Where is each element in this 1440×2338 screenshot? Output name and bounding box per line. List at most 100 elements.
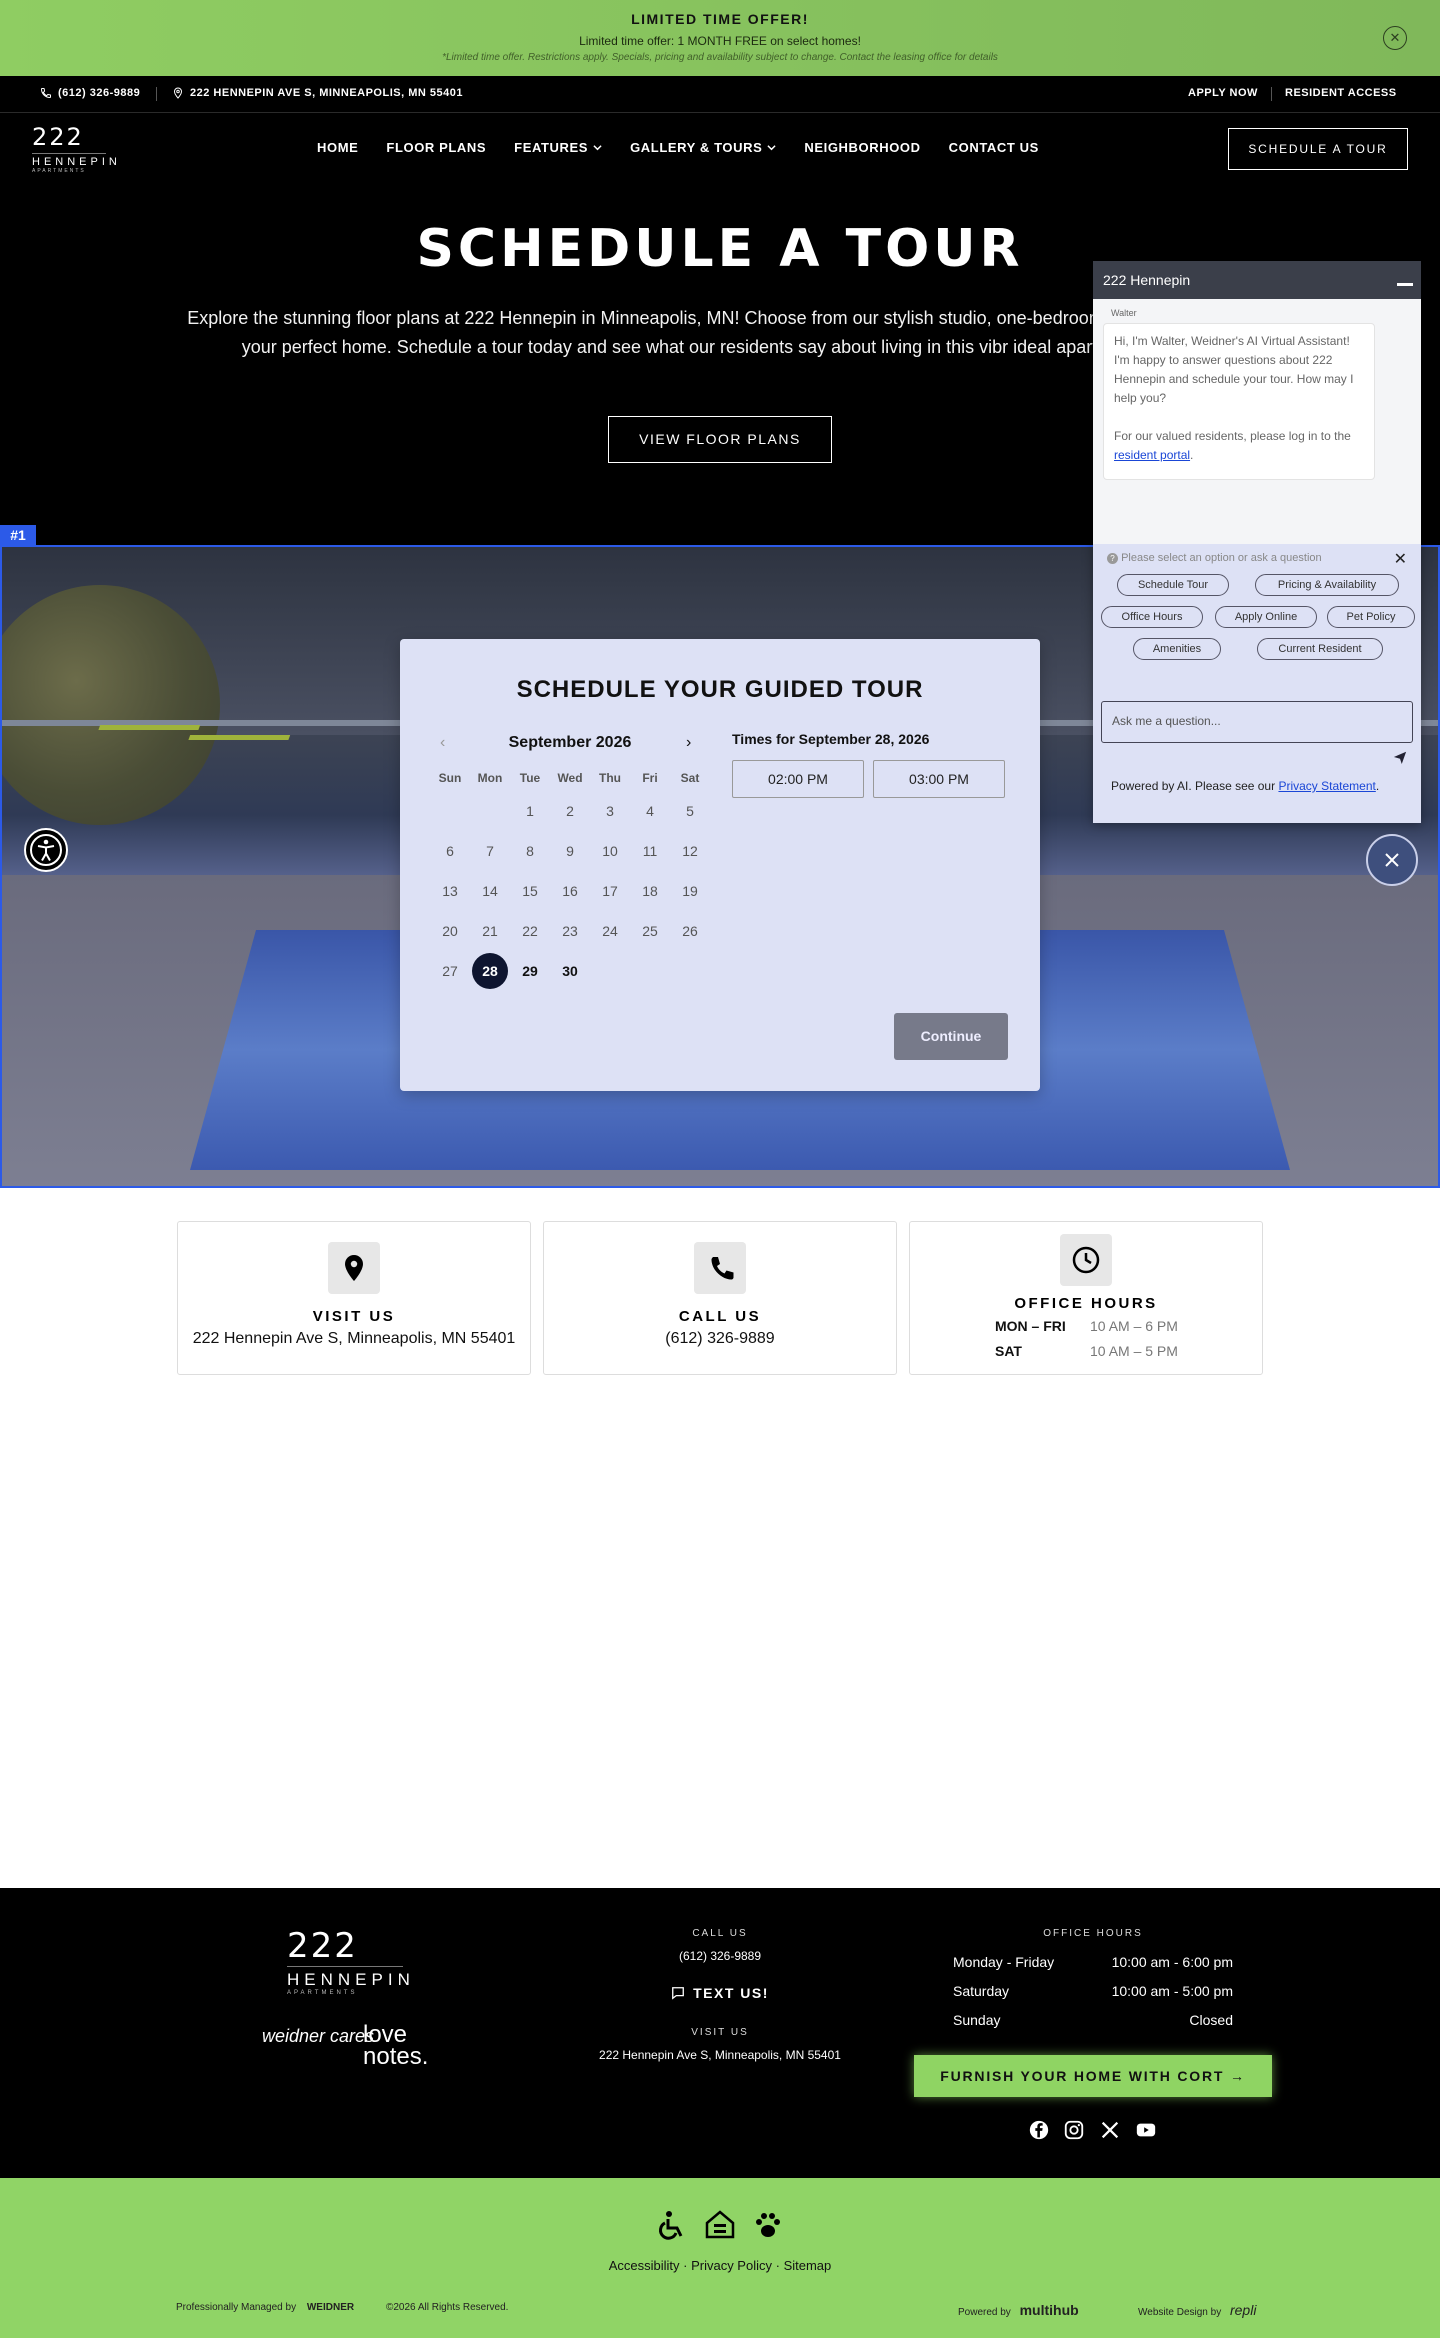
- view-floor-plans-button[interactable]: VIEW FLOOR PLANS: [608, 416, 832, 463]
- minimize-icon[interactable]: [1397, 283, 1413, 286]
- calendar-empty-cell: [470, 791, 510, 831]
- apply-now-label: APPLY NOW: [1188, 87, 1258, 99]
- chat-option-current-resident[interactable]: Current Resident: [1257, 638, 1383, 660]
- chat-option-schedule-tour[interactable]: Schedule Tour: [1117, 574, 1229, 596]
- clock-icon: [1060, 1234, 1112, 1286]
- accessibility-button[interactable]: [24, 828, 68, 872]
- resident-portal-link[interactable]: resident portal: [1114, 448, 1190, 462]
- utility-bar: (612) 326-9889 222 HENNEPIN AVE S, MINNE…: [0, 76, 1440, 112]
- calendar-day: 20: [442, 923, 458, 939]
- chat-option-amenities[interactable]: Amenities: [1133, 638, 1221, 660]
- youtube-icon[interactable]: [1135, 2119, 1157, 2141]
- logo-number: 222: [287, 1926, 358, 1966]
- cort-button[interactable]: FURNISH YOUR HOME WITH CORT →: [914, 2055, 1272, 2097]
- chevron-right-icon[interactable]: ›: [686, 734, 700, 751]
- x-icon[interactable]: [1099, 2119, 1121, 2141]
- wheelchair-icon: [659, 2211, 683, 2240]
- weekday-label: Sat: [680, 771, 700, 785]
- main-nav: 222 HENNEPIN APARTMENTS HOME FLOOR PLANS…: [0, 113, 1440, 183]
- calendar-day: 4: [646, 803, 654, 819]
- promo-fine-print: *Limited time offer. Restrictions apply.…: [442, 52, 998, 63]
- footer-address[interactable]: 222 Hennepin Ave S, Minneapolis, MN 5540…: [520, 2048, 920, 2062]
- nav-item-contact-us[interactable]: CONTACT US: [949, 140, 1039, 155]
- chat-option-apply-online[interactable]: Apply Online: [1215, 606, 1317, 628]
- card-title: CALL US: [678, 1308, 762, 1325]
- schedule-tour-button[interactable]: SCHEDULE A TOUR: [1228, 128, 1408, 170]
- footer-logo[interactable]: 222 HENNEPIN APARTMENTS: [287, 1926, 410, 1996]
- nav-label: CONTACT US: [948, 140, 1039, 155]
- nav-item-home[interactable]: HOME: [317, 140, 358, 155]
- close-icon: [1385, 853, 1399, 867]
- chat-powered-prefix: Powered by AI. Please see our: [1111, 779, 1276, 793]
- continue-button[interactable]: Continue: [894, 1013, 1008, 1060]
- managed-by: Professionally Managed by WEIDNER: [176, 2302, 354, 2313]
- sitemap-link[interactable]: Sitemap: [784, 2258, 832, 2273]
- privacy-policy-link[interactable]: Privacy Policy: [691, 2258, 772, 2273]
- calendar-month: September 2026: [508, 734, 632, 751]
- chat-option-pet-policy[interactable]: Pet Policy: [1327, 606, 1415, 628]
- chat-option-pricing[interactable]: Pricing & Availability: [1255, 574, 1399, 596]
- calendar-day: 14: [482, 883, 498, 899]
- weekday-label: Tue: [519, 771, 541, 785]
- calendar-day[interactable]: 30: [550, 951, 590, 991]
- close-icon[interactable]: ✕: [1383, 26, 1407, 50]
- time-slot-button[interactable]: 03:00 PM: [873, 760, 1005, 798]
- footer-hours-label: OFFICE HOURS: [1043, 1928, 1143, 1939]
- cort-label: FURNISH YOUR HOME WITH CORT: [940, 2068, 1225, 2084]
- footer-hours-row: Monday - Friday 10:00 am - 6:00 pm: [953, 1954, 1233, 1970]
- chat-close-button[interactable]: [1366, 834, 1418, 886]
- chat-input[interactable]: Ask me a question...: [1101, 701, 1413, 743]
- utility-address[interactable]: 222 HENNEPIN AVE S, MINNEAPOLIS, MN 5540…: [172, 87, 463, 99]
- send-icon[interactable]: [1393, 750, 1407, 764]
- hours-day: Sunday: [953, 2012, 1001, 2028]
- map-pin-icon: [173, 87, 183, 99]
- logo-sub: APARTMENTS: [32, 168, 86, 174]
- nav-item-neighborhood[interactable]: NEIGHBORHOOD: [804, 140, 920, 155]
- logo-number: 222: [32, 123, 84, 151]
- close-icon[interactable]: ✕: [1394, 549, 1407, 569]
- design-by-label: Website Design by: [1138, 2307, 1222, 2318]
- love-notes-logo[interactable]: love notes.: [363, 2023, 429, 2070]
- weidner-cares-logo[interactable]: weidner cares: [262, 2026, 374, 2047]
- hours-day: MON – FRI: [995, 1318, 1066, 1334]
- text-us-button[interactable]: TEXT US!: [671, 1985, 769, 2001]
- instagram-icon[interactable]: [1063, 2119, 1085, 2141]
- tour-scheduler: SCHEDULE YOUR GUIDED TOUR ‹ September 20…: [400, 639, 1040, 1091]
- weekday-label: Sun: [438, 771, 462, 785]
- logo[interactable]: 222 HENNEPIN APARTMENTS: [32, 123, 117, 174]
- calendar-day: 8: [526, 843, 534, 859]
- calendar-day: 11: [642, 843, 658, 859]
- hours-day: SAT: [995, 1343, 1022, 1359]
- footer-contact: CALL US (612) 326-9889 TEXT US! VISIT US…: [520, 1928, 920, 2062]
- weekday-label: Thu: [599, 771, 621, 785]
- calendar-day: 6: [446, 843, 454, 859]
- card-value[interactable]: 222 Hennepin Ave S, Minneapolis, MN 5540…: [178, 1330, 530, 1348]
- facebook-icon[interactable]: [1028, 2119, 1050, 2141]
- footer-phone[interactable]: (612) 326-9889: [520, 1949, 920, 1963]
- calendar-day-selected[interactable]: 28: [470, 951, 510, 991]
- chat-option-office-hours[interactable]: Office Hours: [1101, 606, 1203, 628]
- chat-powered-by: Powered by AI. Please see our Privacy St…: [1111, 779, 1380, 793]
- privacy-statement-link[interactable]: Privacy Statement: [1278, 779, 1375, 793]
- repli-logo[interactable]: repli: [1230, 2302, 1256, 2318]
- calendar-day: 22: [522, 923, 538, 939]
- chat-hint-text: Please select an option or ask a questio…: [1121, 552, 1322, 564]
- calendar-day[interactable]: 29: [510, 951, 550, 991]
- nav-item-features[interactable]: FEATURES: [514, 140, 602, 155]
- multihub-logo[interactable]: multihub: [1020, 2302, 1079, 2318]
- nav-item-gallery-tours[interactable]: GALLERY & TOURS: [630, 140, 776, 155]
- weidner-logo[interactable]: WEIDNER: [307, 2302, 354, 2313]
- time-slot-button[interactable]: 02:00 PM: [732, 760, 864, 798]
- apply-now-link[interactable]: APPLY NOW: [1188, 87, 1258, 99]
- accessibility-link[interactable]: Accessibility: [609, 2258, 680, 2273]
- chevron-left-icon[interactable]: ‹: [440, 734, 454, 751]
- hours-row: MON – FRI 10 AM – 6 PM: [995, 1318, 1195, 1334]
- love-notes-line: notes.: [363, 2043, 429, 2070]
- nav-item-floor-plans[interactable]: FLOOR PLANS: [386, 140, 486, 155]
- utility-phone[interactable]: (612) 326-9889: [40, 87, 140, 99]
- hours-time: 10:00 am - 5:00 pm: [1111, 1983, 1233, 1999]
- utility-phone-text: (612) 326-9889: [58, 87, 141, 99]
- resident-access-link[interactable]: RESIDENT ACCESS: [1285, 87, 1397, 99]
- chat-sender: Walter: [1111, 308, 1137, 318]
- card-value[interactable]: (612) 326-9889: [544, 1330, 896, 1348]
